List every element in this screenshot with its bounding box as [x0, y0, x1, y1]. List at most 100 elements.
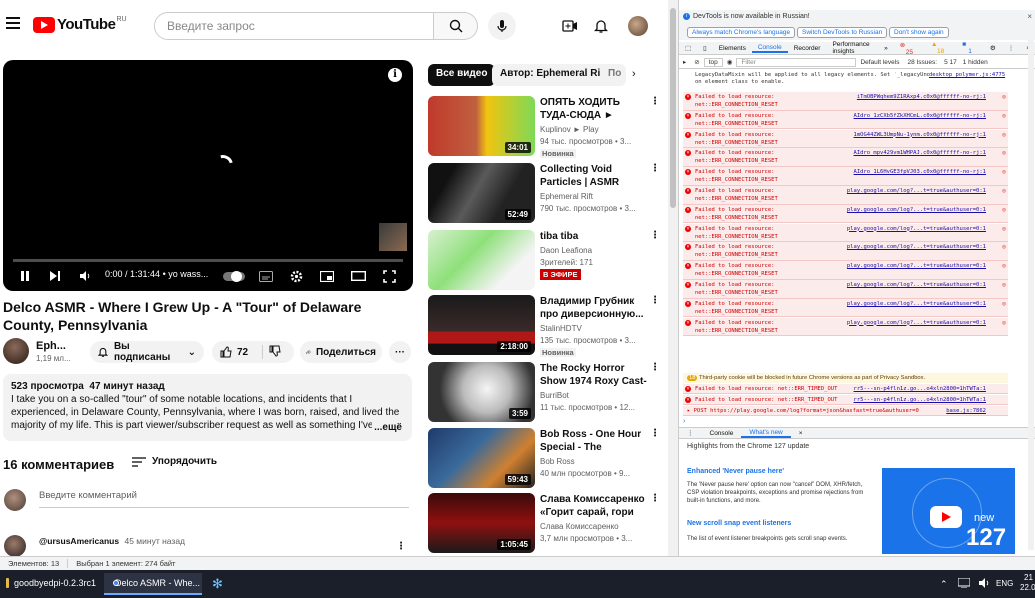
error-source[interactable]: AIdro_1zCXb5fZkXHCmL.c0x0@ffffff-no-rj:1 — [854, 112, 986, 120]
theater-button[interactable] — [351, 266, 366, 286]
reload-icon[interactable]: ⊚ — [1002, 262, 1006, 270]
error-source[interactable]: rr5---sn-p4fln1z.go...o4xln2800=1hTWTa:1 — [854, 385, 986, 393]
warning-counter[interactable]: ▲ 18 — [925, 41, 956, 55]
warning-row[interactable]: 18 Third-party cookie will be blocked in… — [683, 373, 1008, 383]
rec-channel[interactable]: StalinHDTV — [540, 324, 582, 333]
rec-menu-icon[interactable]: ⋮ — [650, 230, 660, 241]
comment-time[interactable]: 45 минут назад — [124, 536, 185, 546]
close-tab-icon[interactable]: × — [791, 430, 811, 437]
page-scrollbar[interactable] — [668, 0, 678, 556]
console-error-row[interactable]: × Failed to load resource: net::ERR_CONNE… — [683, 92, 1008, 111]
rec-title[interactable]: tiba tiba — [540, 230, 648, 243]
dont-show-button[interactable]: Don't show again — [889, 27, 949, 38]
comment-author[interactable]: @ursusAmericanus — [39, 536, 119, 546]
tab-performance-insights[interactable]: Performance insights — [826, 41, 878, 55]
account-avatar[interactable] — [628, 16, 648, 36]
error-source[interactable]: 1mOG44ZWL3UmpNu-1ynm.c0x0@ffffff-no-rj:1 — [854, 131, 986, 139]
levels-select[interactable]: Default levels — [856, 59, 903, 66]
rec-title[interactable]: Владимир Грубник про диверсионную... — [540, 295, 648, 321]
reload-icon[interactable]: ⊚ — [1002, 300, 1006, 308]
next-button[interactable] — [49, 266, 61, 286]
reload-icon[interactable]: ⊚ — [1002, 131, 1006, 139]
chip-all[interactable]: Все видео — [428, 64, 496, 86]
console-prompt[interactable]: › — [683, 418, 685, 425]
whats-new-title-1[interactable]: Enhanced 'Never pause here' — [687, 467, 784, 476]
reload-icon[interactable]: ⊚ — [1002, 225, 1006, 233]
progress-bar[interactable] — [13, 259, 403, 262]
error-source[interactable]: play.google.com/log?...t=true&authuser=0… — [847, 262, 986, 270]
rec-item[interactable]: tiba tiba Daon Leafiona Зрителей: 171 В … — [428, 230, 660, 292]
clear-console-icon[interactable]: ⊘ — [690, 58, 703, 66]
rec-channel[interactable]: Daon Leafiona — [540, 246, 592, 255]
rec-thumbnail[interactable]: 52:49 — [428, 163, 535, 223]
chapter-text[interactable]: • yo wass... — [163, 269, 209, 279]
sidebar-toggle-icon[interactable]: ▸ — [679, 58, 690, 66]
channel-avatar[interactable] — [3, 338, 29, 364]
volume-tray-icon[interactable] — [978, 577, 990, 591]
error-source[interactable]: play.google.com/log?...t=true&authuser=0… — [847, 319, 986, 327]
rec-thumbnail[interactable] — [428, 230, 535, 290]
post-source[interactable]: base.js:7862 — [946, 407, 986, 415]
rec-menu-icon[interactable]: ⋮ — [650, 163, 660, 174]
comment-menu-icon[interactable]: ⋮ — [396, 541, 406, 552]
reload-icon[interactable]: ⊚ — [1002, 93, 1006, 101]
console-error-row[interactable]: × Failed to load resource: net::ERR_CONNE… — [683, 317, 1008, 337]
chrome-127-promo[interactable]: new 127 — [882, 468, 1015, 554]
video-player[interactable]: i 0:00 / 1:31:44 • yo wass... — [3, 60, 413, 291]
console-error-row[interactable]: ▸ POST https://play.google.com/log?forma… — [683, 406, 1008, 416]
kebab-menu-icon[interactable]: ⋮ — [1002, 44, 1021, 52]
scrollbar-thumb[interactable] — [670, 8, 676, 208]
taskbar-item-folder[interactable]: goodbyedpi-0.2.3rc1 — [0, 573, 102, 595]
reload-icon[interactable]: ⊚ — [1002, 112, 1006, 120]
eye-icon[interactable]: ◉ — [723, 58, 737, 66]
error-source[interactable]: AIdro_1L6HvGE3fpVJ03.c0x0@ffffff-no-rj:1 — [854, 168, 986, 176]
console-error-row[interactable]: × Failed to load resource: net::ERR_CONNE… — [683, 242, 1008, 261]
rec-thumbnail[interactable]: 34:01 — [428, 96, 535, 156]
rec-title[interactable]: Collecting Void Particles | ASMR — [540, 163, 648, 189]
error-source[interactable]: play.google.com/log?...t=true&authuser=0… — [847, 281, 986, 289]
rec-item[interactable]: 59:43 Bob Ross - One Hour Special - The … — [428, 428, 660, 490]
tab-elements[interactable]: Elements — [713, 45, 752, 52]
close-icon[interactable]: × — [1027, 12, 1032, 21]
rec-title[interactable]: The Rocky Horror Show 1974 Roxy Cast- Th… — [540, 362, 648, 388]
tab-console[interactable]: Console — [751, 44, 788, 53]
error-source[interactable]: play.google.com/log?...t=true&authuser=0… — [847, 187, 986, 195]
rec-menu-icon[interactable]: ⋮ — [650, 362, 660, 373]
mute-button[interactable] — [79, 266, 91, 286]
rec-channel[interactable]: BurriBot — [540, 391, 569, 400]
more-actions-button[interactable]: ··· — [389, 341, 411, 363]
settings-button[interactable] — [290, 266, 303, 286]
rec-thumbnail[interactable]: 59:43 — [428, 428, 535, 488]
match-language-button[interactable]: Always match Chrome's language — [687, 27, 796, 38]
clock[interactable]: 21 22.08 — [1020, 573, 1035, 593]
miniplayer-button[interactable] — [320, 266, 334, 286]
tab-recorder[interactable]: Recorder — [788, 45, 827, 52]
reload-icon[interactable]: ⊚ — [1002, 168, 1006, 176]
share-button[interactable]: Поделиться — [300, 341, 382, 363]
rec-thumbnail[interactable]: 1:05:45 — [428, 493, 535, 553]
source-link[interactable]: desktop_polymer.js:4775 — [929, 72, 1006, 78]
autoplay-toggle[interactable] — [223, 266, 245, 286]
console-error-row[interactable]: × Failed to load resource: net::ERR_CONNE… — [683, 110, 1008, 130]
dislike-button[interactable] — [269, 345, 281, 360]
switch-russian-button[interactable]: Switch DevTools to Russian — [797, 27, 888, 38]
rec-menu-icon[interactable]: ⋮ — [650, 493, 660, 504]
rec-title[interactable]: Bob Ross - One Hour Special - The Grande… — [540, 428, 648, 454]
rec-channel[interactable]: Ephemeral Rift — [540, 192, 593, 201]
subtitles-button[interactable] — [259, 266, 273, 286]
settings-gear-icon[interactable]: ⚙ — [984, 44, 1002, 52]
info-counter[interactable]: ■ 1 — [956, 41, 984, 55]
search-button[interactable] — [434, 12, 478, 40]
play-button[interactable] — [19, 266, 31, 286]
inspect-icon[interactable]: ⬚ — [679, 44, 697, 52]
comment-author-avatar[interactable] — [4, 535, 26, 557]
network-icon[interactable] — [957, 577, 971, 590]
device-icon[interactable]: ▯ — [697, 44, 713, 52]
voice-search-button[interactable] — [488, 12, 516, 40]
rec-item[interactable]: 2:18:00 Владимир Грубник про диверсионну… — [428, 295, 660, 357]
rec-title[interactable]: Слава Комиссаренко «Горит сарай, гори и.… — [540, 493, 648, 519]
reload-icon[interactable]: ⊚ — [1002, 319, 1006, 327]
language-indicator[interactable]: ENG — [996, 579, 1013, 588]
channel-name[interactable]: Eph... — [36, 340, 66, 352]
fullscreen-button[interactable] — [383, 266, 396, 286]
